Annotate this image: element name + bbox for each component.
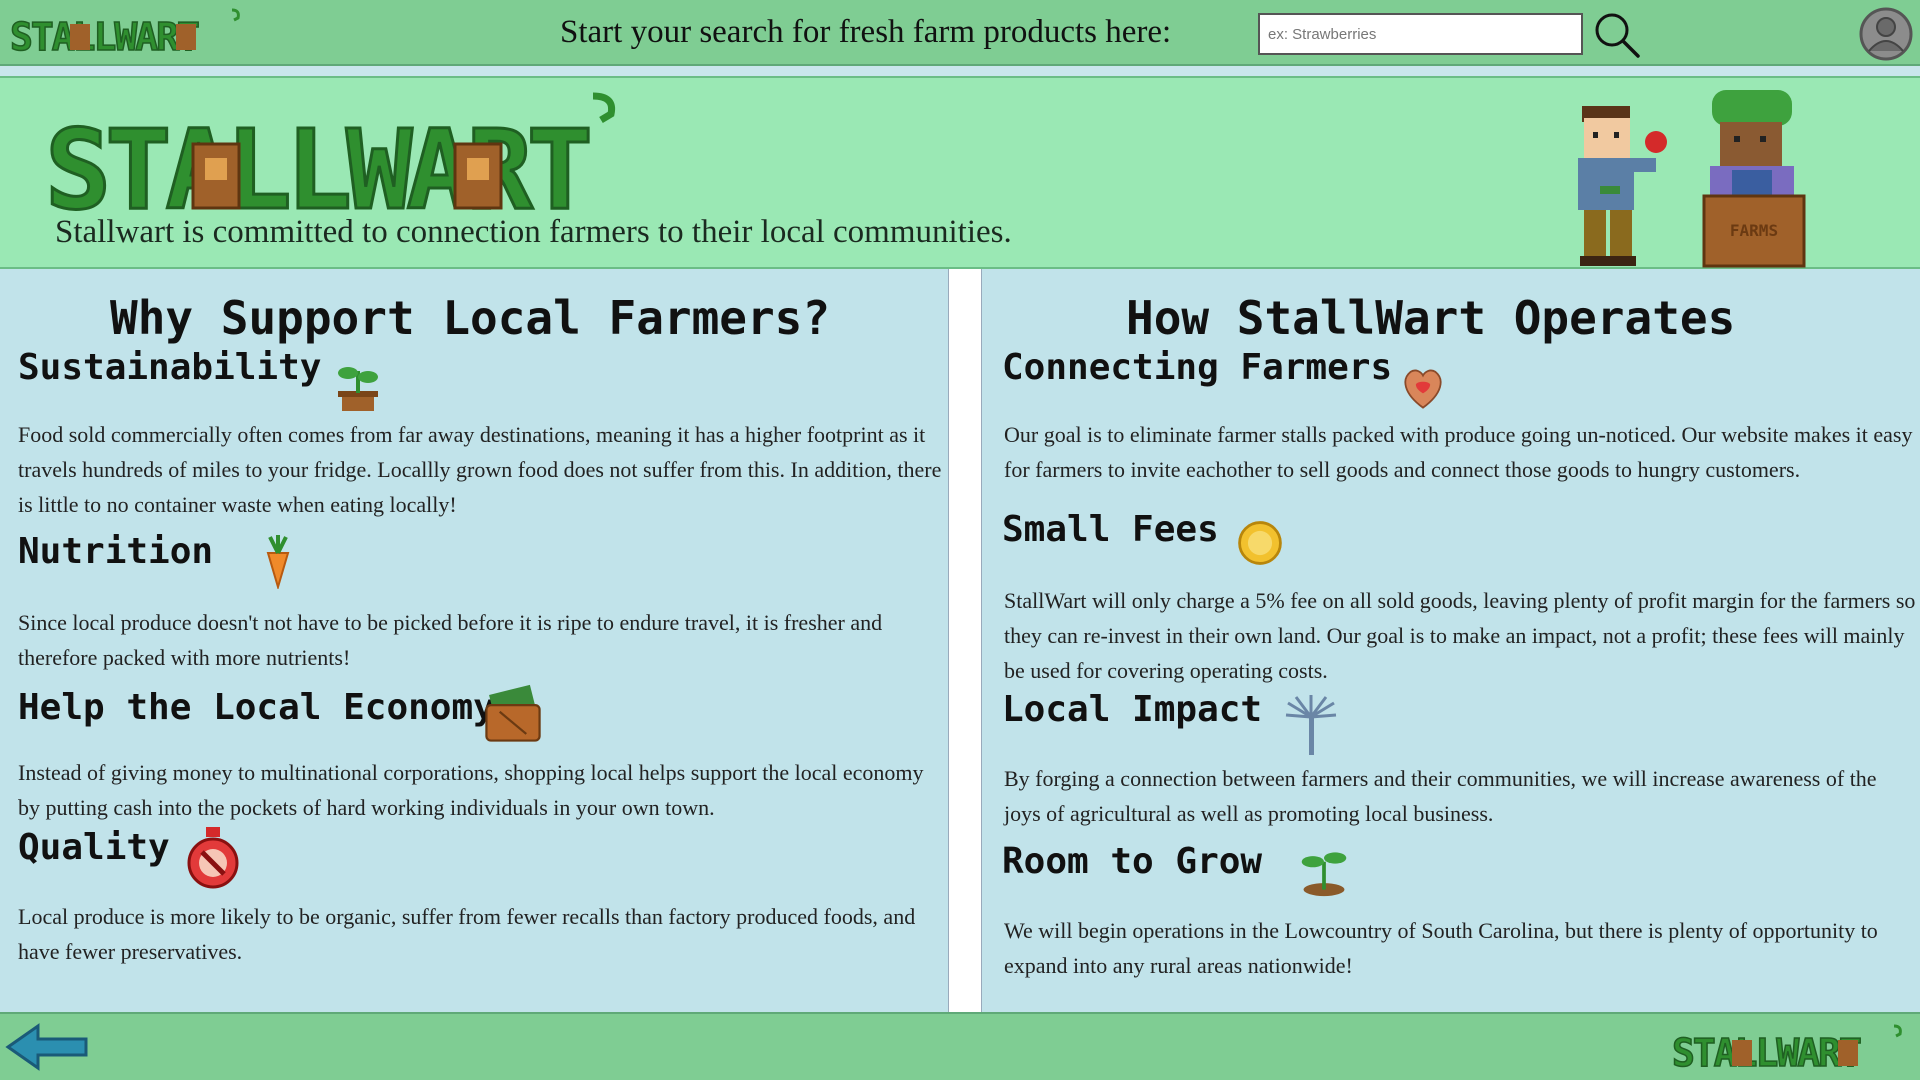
- connecting-farmers-text: Our goal is to eliminate farmer stalls p…: [1004, 422, 1913, 482]
- potted-plant-icon: [338, 367, 378, 411]
- stallwart-footer-logo[interactable]: STALLWART: [1672, 1022, 1912, 1072]
- user-avatar-icon[interactable]: [1858, 6, 1914, 62]
- search-button[interactable]: [1592, 10, 1642, 60]
- nutrition-text: Since local produce doesn't not have to …: [18, 610, 883, 670]
- footer-bar: STALLWART: [0, 1012, 1920, 1080]
- svg-text:FARMS: FARMS: [1730, 221, 1778, 240]
- room-to-grow-heading: Room to Grow: [1002, 841, 1263, 882]
- svg-text:STALLWART: STALLWART: [10, 15, 199, 56]
- back-button[interactable]: [4, 1022, 90, 1072]
- farmer-holding-apple-illustration: [1578, 106, 1667, 266]
- why-support-title: Why Support Local Farmers?: [110, 291, 831, 345]
- sprout-icon: [1301, 852, 1347, 897]
- gold-coin-icon: [1238, 521, 1282, 565]
- farmer-at-stall-illustration: FARMS: [1702, 90, 1806, 268]
- local-economy-text: Instead of giving money to multinational…: [18, 760, 924, 820]
- hero-banner: STALLWART Stallwart is committed to conn…: [0, 76, 1920, 269]
- hero-tagline: Stallwart is committed to connection far…: [55, 214, 1012, 250]
- quality-heading: Quality: [18, 827, 170, 868]
- column-divider: [948, 269, 982, 1012]
- connecting-farmers-heading: Connecting Farmers: [1002, 347, 1393, 388]
- top-bar: STALLWART Start your search for fresh fa…: [0, 0, 1920, 66]
- room-to-grow-text: We will begin operations in the Lowcount…: [1004, 918, 1878, 978]
- stallwart-logo[interactable]: STALLWART: [10, 6, 250, 56]
- how-operates-title: How StallWart Operates: [1126, 291, 1736, 345]
- svg-text:STALLWART: STALLWART: [45, 106, 589, 216]
- sustainability-text: Food sold commercially often comes from …: [18, 422, 942, 517]
- sustainability-heading: Sustainability: [18, 347, 322, 388]
- stallwart-logo-large: STALLWART: [45, 92, 616, 216]
- back-arrow-icon: [5, 1023, 88, 1071]
- no-chemicals-icon: [187, 827, 239, 889]
- handshake-heart-icon: [1404, 369, 1442, 409]
- quality-text: Local produce is more likely to be organ…: [18, 904, 916, 964]
- local-economy-heading: Help the Local Economy: [18, 687, 495, 728]
- how-stallwart-operates-panel: How StallWart Operates Connecting Farmer…: [982, 269, 1920, 1012]
- palmetto-tree-icon: [1285, 695, 1337, 755]
- local-impact-heading: Local Impact: [1002, 689, 1263, 730]
- small-fees-text: StallWart will only charge a 5% fee on a…: [1004, 588, 1916, 683]
- small-fees-heading: Small Fees: [1002, 509, 1219, 550]
- svg-text:STALLWART: STALLWART: [1672, 1031, 1861, 1072]
- search-icon: [1595, 13, 1640, 58]
- search-input[interactable]: [1258, 13, 1583, 55]
- local-impact-text: By forging a connection between farmers …: [1004, 766, 1877, 826]
- nutrition-heading: Nutrition: [18, 531, 214, 572]
- wallet-icon: [485, 684, 541, 742]
- why-support-panel: Why Support Local Farmers? Sustainabilit…: [0, 269, 948, 1012]
- carrot-icon: [266, 535, 290, 589]
- search-prompt: Start your search for fresh farm product…: [560, 14, 1172, 50]
